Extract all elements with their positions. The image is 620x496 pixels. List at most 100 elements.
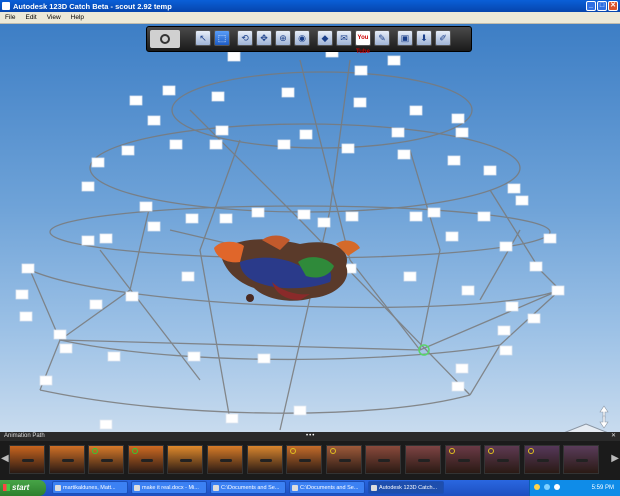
animation-path-bar[interactable]: Animation Path ••• ✕ (0, 432, 620, 441)
tray-notify-icon[interactable] (534, 484, 540, 490)
stitch-tool-button[interactable]: ✎ (374, 30, 390, 46)
menu-view[interactable]: View (42, 12, 66, 23)
email-tool-button[interactable]: ✉ (336, 30, 352, 46)
taskbar: start martikaldunes, Matt... make it real… (0, 480, 620, 496)
filmstrip-frame[interactable] (167, 445, 204, 474)
tray-network-icon[interactable] (544, 484, 550, 490)
camera-icon (160, 34, 170, 44)
frame-silhouette (61, 459, 74, 462)
3d-viewport[interactable]: X (0, 24, 620, 432)
frame-silhouette (101, 459, 114, 462)
filmstrip-frame[interactable] (325, 445, 362, 474)
filmstrip-frame[interactable] (444, 445, 481, 474)
menu-bar: File Edit View Help (0, 12, 620, 24)
frame-silhouette (259, 459, 272, 462)
frame-warning-icon (329, 448, 336, 454)
toolbar-tools: ↖ ⬚ ⟲ ✥ ⊕ ◉ ◆ ✉ You Tube ✎ ▣ ⬇ ✐ (195, 30, 454, 55)
texture-tool-button[interactable]: ▣ (397, 30, 413, 46)
filmstrip-frame[interactable] (246, 445, 283, 474)
frame-silhouette (180, 459, 193, 462)
window-title: Autodesk 123D Catch Beta - scout 2.92 te… (13, 1, 172, 11)
share-tool-button[interactable]: ◆ (317, 30, 333, 46)
export-tool-button[interactable]: ⬇ (416, 30, 432, 46)
task-label: make it real.docx - Mi... (142, 485, 199, 491)
filmstrip-frame[interactable] (484, 445, 521, 474)
filmstrip-left-arrow-icon[interactable]: ◀ (1, 453, 9, 464)
reconstructed-model (214, 235, 430, 356)
frame-check-icon (92, 448, 99, 454)
task-app-icon (371, 485, 377, 491)
filmstrip-frame[interactable] (365, 445, 402, 474)
camera-view-tool-button[interactable]: ◉ (294, 30, 310, 46)
clock: 5:59 PM (591, 485, 614, 491)
youtube-tool-button[interactable]: You Tube (355, 30, 371, 55)
filmstrip: ◀ ▶ (0, 441, 620, 480)
filmstrip-frame[interactable] (9, 445, 45, 474)
frame-silhouette (140, 459, 153, 462)
start-label: start (12, 483, 30, 492)
taskbar-task[interactable]: make it real.docx - Mi... (131, 481, 207, 494)
frame-warning-icon (290, 448, 297, 454)
main-toolbar: ↖ ⬚ ⟲ ✥ ⊕ ◉ ◆ ✉ You Tube ✎ ▣ ⬇ ✐ (146, 26, 472, 55)
tray-volume-icon[interactable] (554, 484, 560, 490)
start-button[interactable]: start (0, 480, 46, 496)
menu-help[interactable]: Help (66, 12, 89, 23)
frame-silhouette (219, 459, 232, 462)
frame-silhouette (378, 459, 391, 462)
taskbar-tasks: martikaldunes, Matt... make it real.docx … (52, 481, 447, 494)
view-cube-icon[interactable] (560, 398, 612, 432)
windows-flag-icon (3, 484, 10, 491)
animation-bar-close-icon[interactable]: ✕ (611, 432, 616, 441)
filmstrip-frames (9, 445, 603, 474)
title-bar: Autodesk 123D Catch Beta - scout 2.92 te… (0, 0, 620, 12)
app-icon (2, 2, 10, 10)
frame-warning-icon (448, 448, 455, 454)
frame-silhouette (417, 459, 430, 462)
frame-silhouette (497, 459, 510, 462)
filmstrip-frame[interactable] (88, 445, 125, 474)
animation-path-label: Animation Path (4, 433, 45, 439)
minimize-button[interactable]: _ (586, 1, 596, 11)
taskbar-task[interactable]: C:\Documents and Se... (289, 481, 365, 494)
frame-silhouette (22, 459, 34, 462)
lasso-select-tool-button[interactable]: ⬚ (214, 30, 230, 46)
notes-tool-button[interactable]: ✐ (435, 30, 451, 46)
taskbar-task[interactable]: martikaldunes, Matt... (52, 481, 128, 494)
animation-path-handle[interactable]: ••• (306, 432, 315, 441)
filmstrip-frame[interactable] (563, 445, 600, 474)
menu-file[interactable]: File (0, 12, 20, 23)
maximize-button[interactable]: □ (597, 1, 607, 11)
frame-silhouette (576, 459, 589, 462)
filmstrip-frame[interactable] (206, 445, 243, 474)
capture-button[interactable] (150, 30, 180, 48)
menu-edit[interactable]: Edit (20, 12, 41, 23)
zoom-tool-button[interactable]: ⊕ (275, 30, 291, 46)
taskbar-task[interactable]: C:\Documents and Se... (210, 481, 286, 494)
filmstrip-frame[interactable] (127, 445, 164, 474)
filmstrip-frame[interactable] (286, 445, 323, 474)
filmstrip-frame[interactable] (404, 445, 441, 474)
task-label: C:\Documents and Se... (221, 485, 280, 491)
orbit-tool-button[interactable]: ⟲ (237, 30, 253, 46)
task-app-icon (55, 485, 61, 491)
frame-warning-icon (488, 448, 495, 454)
frame-silhouette (338, 459, 351, 462)
close-button[interactable]: ✕ (608, 1, 618, 11)
frame-silhouette (299, 459, 312, 462)
system-tray: 5:59 PM (529, 480, 620, 496)
camera-path-scene (15, 47, 565, 431)
frame-silhouette (457, 459, 470, 462)
filmstrip-frame[interactable] (523, 445, 560, 474)
pan-tool-button[interactable]: ✥ (256, 30, 272, 46)
task-label: martikaldunes, Matt... (63, 485, 116, 491)
select-tool-button[interactable]: ↖ (195, 30, 211, 46)
frame-check-icon (131, 448, 138, 454)
taskbar-task[interactable]: Autodesk 123D Catch... (368, 481, 444, 494)
window-controls: _ □ ✕ (586, 1, 618, 11)
frame-warning-icon (527, 448, 534, 454)
task-app-icon (134, 485, 140, 491)
filmstrip-right-arrow-icon[interactable]: ▶ (611, 453, 619, 464)
task-label: C:\Documents and Se... (300, 485, 359, 491)
task-label: Autodesk 123D Catch... (379, 485, 438, 491)
filmstrip-frame[interactable] (48, 445, 85, 474)
